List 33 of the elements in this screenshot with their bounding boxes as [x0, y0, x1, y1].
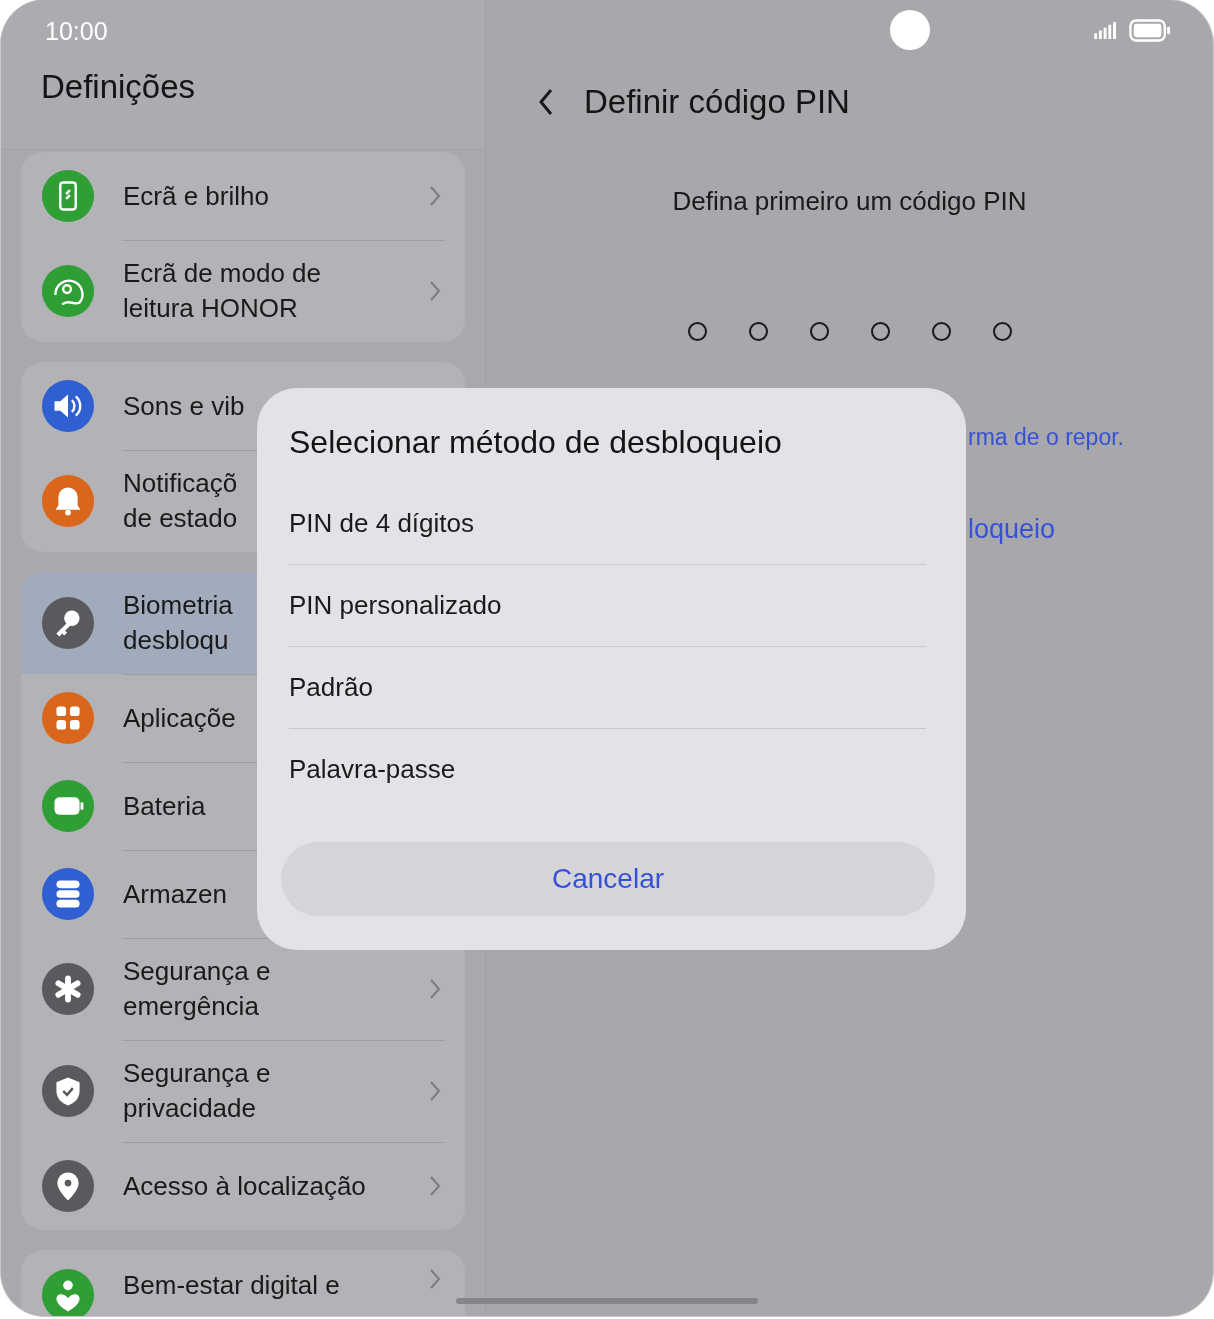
- unlock-option[interactable]: Padrão: [289, 647, 926, 729]
- settings-item-label: Bem-estar digital e: [123, 1269, 340, 1302]
- page-title: Definir código PIN: [584, 83, 850, 121]
- settings-item-label: Notificaçõ de estado: [123, 467, 238, 535]
- settings-item-label: Bateria: [123, 789, 206, 823]
- settings-item-label: Aplicaçõe: [123, 701, 236, 735]
- settings-item-label: Ecrã de modo de leitura HONOR: [123, 257, 321, 325]
- settings-item[interactable]: Ecrã de modo de leitura HONOR: [21, 240, 465, 342]
- settings-item[interactable]: Segurança e emergência: [21, 938, 465, 1040]
- settings-item[interactable]: Acesso à localização: [21, 1142, 465, 1230]
- settings-item-label: Armazen: [123, 877, 228, 911]
- settings-item-label: Segurança e privacidade: [123, 1057, 271, 1125]
- unlock-option[interactable]: Palavra-passe: [289, 729, 926, 810]
- dialog-title: Selecionar método de desbloqueio: [289, 424, 783, 461]
- settings-title: Definições: [41, 68, 196, 106]
- settings-item[interactable]: Segurança e privacidade: [21, 1040, 465, 1142]
- hint-text: rma de o repor.: [968, 424, 1125, 451]
- settings-item[interactable]: Bem-estar digital e: [21, 1250, 465, 1316]
- settings-item-label: Ecrã e brilho: [123, 179, 269, 213]
- settings-item-label: Acesso à localização: [123, 1169, 366, 1203]
- pin-prompt: Defina primeiro um código PIN: [671, 186, 1028, 217]
- unlock-option[interactable]: PIN de 4 dígitos: [289, 483, 926, 565]
- status-time: 10:00: [45, 17, 108, 46]
- unlock-option[interactable]: PIN personalizado: [289, 565, 926, 647]
- battery-icon: [1129, 18, 1171, 42]
- settings-item[interactable]: Ecrã e brilho: [21, 152, 465, 240]
- signal-icon: [1094, 21, 1119, 39]
- settings-item-label: Segurança e emergência: [123, 955, 271, 1023]
- cancel-button[interactable]: Cancelar: [281, 842, 935, 916]
- camera-hole-icon: [890, 10, 930, 50]
- settings-item-label: Sons e vib: [123, 389, 245, 423]
- settings-item-label: Biometria desbloqu: [123, 589, 233, 657]
- back-icon[interactable]: [538, 88, 554, 116]
